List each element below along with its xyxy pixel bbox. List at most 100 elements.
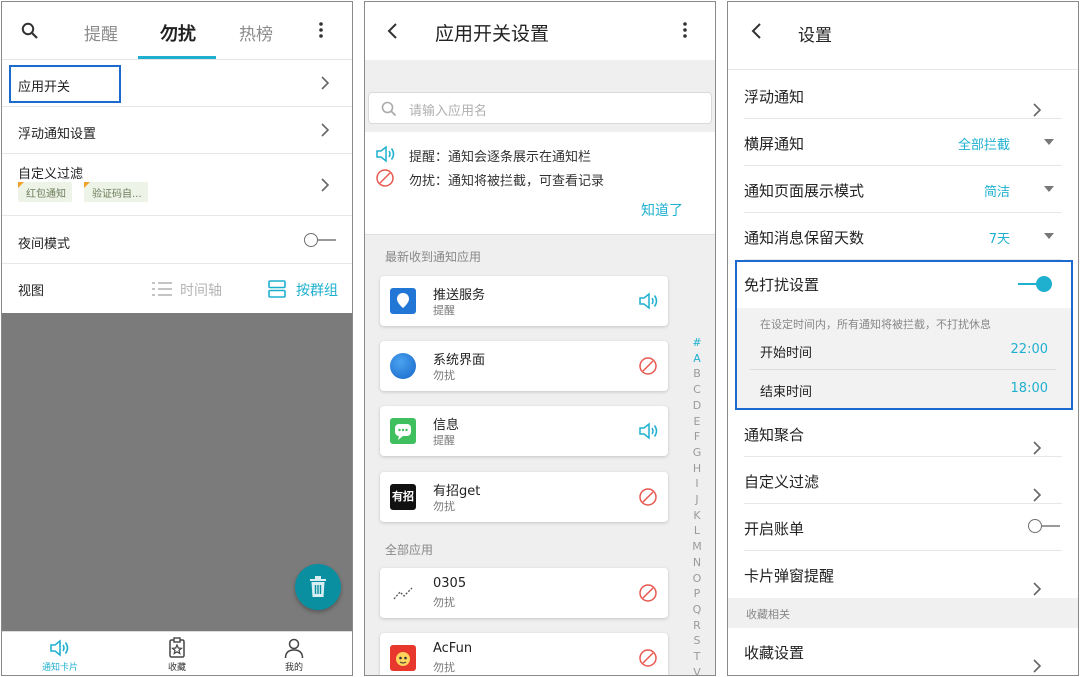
float-notice-row[interactable]: 浮动通知: [744, 72, 1062, 119]
app-card-youzhao[interactable]: 有招 有招get 勿扰: [380, 472, 668, 522]
block-icon[interactable]: [638, 356, 658, 376]
nav-notification-cards[interactable]: 通知卡片: [20, 634, 100, 673]
app-status: 勿扰: [433, 596, 455, 609]
more-vert-icon[interactable]: [682, 21, 688, 39]
filter-tag: 红包通知: [18, 182, 72, 202]
app-card-messages[interactable]: 信息 提醒: [380, 406, 668, 456]
got-it-button[interactable]: 知道了: [641, 200, 683, 220]
view-timeline-option[interactable]: 时间轴: [180, 280, 222, 300]
search-placeholder: 请输入应用名: [409, 104, 488, 119]
alphabet-letter[interactable]: F: [689, 429, 705, 445]
highlight-box: [9, 65, 121, 103]
app-card-acfun[interactable]: AcFun 勿扰: [380, 633, 668, 675]
chart-line-icon: [390, 580, 416, 606]
aggregate-row[interactable]: 通知聚合: [744, 410, 1062, 457]
bill-toggle[interactable]: [1028, 519, 1060, 533]
alphabet-letter[interactable]: P: [689, 586, 705, 602]
search-icon: [381, 101, 397, 117]
nav-label: 通知卡片: [41, 663, 78, 673]
nav-label: 我的: [284, 663, 303, 673]
favorites-section-header: 收藏相关: [728, 598, 1078, 628]
messages-icon: [390, 418, 416, 444]
more-vert-icon[interactable]: [318, 21, 324, 39]
alphabet-letter[interactable]: I: [689, 476, 705, 492]
app-status: 勿扰: [433, 500, 455, 513]
app-card-push-service[interactable]: 推送服务 提醒: [380, 276, 668, 326]
alphabet-index[interactable]: # A B C D E F G H I J K L M N O P Q R S T V: [689, 335, 705, 675]
float-notice-settings-row[interactable]: 浮动通知设置: [2, 107, 352, 154]
youzhao-icon: 有招: [390, 484, 416, 510]
alphabet-letter[interactable]: N: [689, 555, 705, 571]
tab-remind[interactable]: 提醒: [84, 20, 118, 45]
speaker-icon[interactable]: [638, 421, 662, 441]
alphabet-letter[interactable]: G: [689, 445, 705, 461]
page-mode-value: 简洁: [983, 185, 1010, 200]
bottom-nav: 通知卡片 收藏 我的: [2, 631, 352, 675]
block-icon[interactable]: [638, 487, 658, 507]
chevron-right-icon: [320, 177, 330, 193]
alphabet-letter[interactable]: V: [689, 665, 705, 675]
back-arrow-icon[interactable]: [386, 22, 398, 40]
nav-label: 收藏: [167, 663, 186, 673]
app-card-system-ui[interactable]: 系统界面 勿扰: [380, 341, 668, 391]
alphabet-letter[interactable]: H: [689, 461, 705, 477]
app-name: AcFun: [433, 641, 473, 656]
alphabet-letter[interactable]: C: [689, 382, 705, 398]
night-mode-row: 夜间模式: [2, 216, 352, 264]
card-popup-row[interactable]: 卡片弹窗提醒: [744, 551, 1062, 598]
block-icon[interactable]: [638, 648, 658, 668]
screen-settings: 设置 浮动通知 横屏通知 全部拦截 通知页面展示模式 简洁 通知消息保留天数 7…: [727, 1, 1079, 676]
push-service-icon: [390, 288, 416, 314]
block-icon: [375, 168, 395, 188]
view-group-option[interactable]: 按群组: [296, 280, 338, 300]
alphabet-letter[interactable]: #: [689, 335, 705, 351]
system-ui-icon: [390, 353, 416, 379]
speaker-icon[interactable]: [638, 291, 662, 311]
alphabet-letter[interactable]: T: [689, 649, 705, 665]
app-search-input[interactable]: 请输入应用名: [368, 92, 712, 124]
nav-favorites[interactable]: 收藏: [137, 634, 217, 673]
alphabet-letter[interactable]: A: [689, 351, 705, 367]
bill-row: 开启账单: [744, 504, 1062, 551]
back-arrow-icon[interactable]: [750, 22, 762, 40]
block-icon[interactable]: [638, 583, 658, 603]
app-card-0305[interactable]: 0305 勿扰: [380, 568, 668, 618]
chevron-right-icon: [1033, 566, 1052, 596]
dropdown-arrow-icon: [1044, 186, 1054, 192]
user-icon: [282, 636, 306, 660]
tab-dnd[interactable]: 勿扰: [160, 20, 196, 46]
chevron-right-icon: [1033, 472, 1052, 502]
landscape-notice-value: 全部拦截: [957, 138, 1010, 153]
app-name: 信息: [433, 418, 460, 433]
section-all-label: 全部应用: [385, 543, 434, 557]
alphabet-letter[interactable]: B: [689, 366, 705, 382]
fav-settings-row[interactable]: 收藏设置: [744, 628, 1062, 675]
landscape-notice-row[interactable]: 横屏通知 全部拦截: [744, 119, 1062, 166]
alphabet-letter[interactable]: R: [689, 618, 705, 634]
highlight-box: [735, 260, 1073, 410]
tab-hot[interactable]: 热榜: [239, 20, 273, 45]
alphabet-letter[interactable]: J: [689, 492, 705, 508]
page-mode-row[interactable]: 通知页面展示模式 简洁: [744, 166, 1062, 213]
alphabet-letter[interactable]: D: [689, 398, 705, 414]
night-mode-toggle[interactable]: [304, 233, 336, 247]
app-status: 勿扰: [433, 369, 455, 382]
page-title: 应用开关设置: [435, 23, 550, 45]
custom-filter-row[interactable]: 自定义过滤: [744, 457, 1062, 504]
app-status: 勿扰: [433, 661, 455, 674]
app-name: 推送服务: [433, 288, 486, 303]
alphabet-letter[interactable]: M: [689, 539, 705, 555]
alphabet-letter[interactable]: L: [689, 523, 705, 539]
retention-row[interactable]: 通知消息保留天数 7天: [744, 213, 1062, 260]
speaker-icon: [375, 144, 399, 164]
alphabet-letter[interactable]: K: [689, 508, 705, 524]
custom-filter-row[interactable]: 自定义过滤 红包通知 验证码自...: [2, 154, 352, 216]
alphabet-letter[interactable]: O: [689, 571, 705, 587]
chevron-right-icon: [1033, 425, 1052, 455]
nav-mine[interactable]: 我的: [254, 634, 334, 673]
alphabet-letter[interactable]: E: [689, 414, 705, 430]
alphabet-letter[interactable]: S: [689, 633, 705, 649]
delete-fab[interactable]: [295, 564, 341, 610]
search-icon[interactable]: [21, 22, 39, 40]
alphabet-letter[interactable]: Q: [689, 602, 705, 618]
